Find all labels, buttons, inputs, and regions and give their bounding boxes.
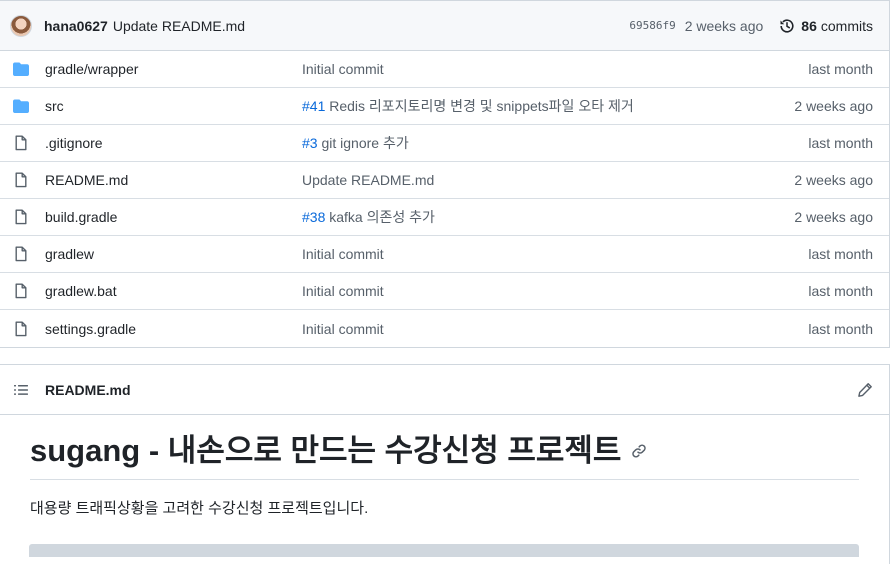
file-commit-text[interactable]: kafka 의존성 추가 [325,209,435,225]
file-browser: hana0627 Update README.md 69586f9 2 week… [0,0,890,348]
file-name[interactable]: gradle/wrapper [45,61,302,77]
file-icon [15,209,27,225]
commits-label: commits [820,17,873,34]
issue-link[interactable]: #38 [302,209,325,225]
file-row[interactable]: build.gradle #38 kafka 의존성 추가 2 weeks ago [0,199,889,236]
file-commit-text[interactable]: Initial commit [302,321,384,337]
history-icon [780,18,794,33]
file-commit-message[interactable]: Initial commit [302,283,808,299]
file-commit-text[interactable]: Update README.md [302,172,434,188]
file-row[interactable]: gradlew.bat Initial commit last month [0,273,889,310]
file-name[interactable]: build.gradle [45,209,302,225]
file-age: last month [808,61,873,77]
file-row[interactable]: .gitignore #3 git ignore 추가 last month [0,125,889,162]
commits-count: 86 [801,17,817,34]
file-age: 2 weeks ago [794,172,873,188]
readme-panel: README.md sugang - 내손으로 만드는 수강신청 프로젝트 대용… [0,364,890,564]
file-icon [15,321,27,336]
file-name[interactable]: .gitignore [45,135,302,151]
file-commit-message[interactable]: Initial commit [302,246,808,262]
readme-filename[interactable]: README.md [45,382,131,398]
issue-link[interactable]: #3 [302,135,318,151]
file-age: last month [808,320,873,337]
file-row[interactable]: gradle/wrapper Initial commit last month [0,51,889,88]
pencil-icon[interactable] [857,382,873,398]
file-row[interactable]: settings.gradle Initial commit last month [0,310,889,347]
file-commit-text[interactable]: Initial commit [302,61,384,77]
file-name[interactable]: README.md [45,172,302,188]
commit-author[interactable]: hana0627 [44,18,108,34]
file-age: 2 weeks ago [794,209,873,225]
readme-paragraph: 대용량 트래픽상황을 고려한 수강신청 프로젝트입니다. [30,500,369,517]
file-name[interactable]: gradlew [45,246,302,262]
issue-link[interactable]: #41 [302,98,325,114]
folder-icon [13,62,29,76]
commits-history-link[interactable]: 86 commits [779,18,873,34]
latest-commit-bar: hana0627 Update README.md 69586f9 2 week… [0,1,889,51]
avatar[interactable] [10,14,32,37]
file-commit-message[interactable]: Initial commit [302,61,808,77]
file-row[interactable]: README.md Update README.md 2 weeks ago [0,162,889,199]
file-age: 2 weeks ago [794,98,873,114]
file-commit-message[interactable]: #38 kafka 의존성 추가 [302,207,794,227]
file-commit-text[interactable]: Redis 리포지토리명 변경 및 snippets파일 오타 제거 [325,98,634,114]
file-commit-text[interactable]: git ignore 추가 [318,135,408,151]
commit-message[interactable]: Update README.md [113,18,245,34]
file-commit-message[interactable]: #3 git ignore 추가 [302,133,808,153]
file-commit-text[interactable]: Initial commit [302,283,384,299]
file-age: last month [808,135,873,151]
commit-sha[interactable]: 69586f9 [629,19,675,32]
file-name[interactable]: src [45,98,302,114]
file-icon [15,172,27,188]
readme-header: README.md [0,365,889,415]
readme-heading: sugang - 내손으로 만드는 수강신청 프로젝트 [30,433,859,480]
file-commit-message[interactable]: #41 Redis 리포지토리명 변경 및 snippets파일 오타 제거 [302,96,794,116]
file-commit-message[interactable]: Initial commit [302,321,808,337]
file-list: gradle/wrapper Initial commit last month sr… [0,51,889,347]
outline-list-icon[interactable] [13,382,29,398]
file-icon [15,283,27,299]
code-block-edge [29,544,859,557]
file-icon [15,135,27,151]
file-commit-text[interactable]: Initial commit [302,246,384,262]
anchor-link-icon[interactable] [631,443,647,459]
file-age: last month [808,283,873,299]
file-age: last month [808,246,873,262]
file-row[interactable]: src #41 Redis 리포지토리명 변경 및 snippets파일 오타 제… [0,88,889,125]
commit-time: 2 weeks ago [684,17,764,34]
file-name[interactable]: gradlew.bat [45,283,302,299]
readme-heading-text: sugang - 내손으로 만드는 수강신청 프로젝트 [30,433,622,468]
readme-content: sugang - 내손으로 만드는 수강신청 프로젝트 대용량 트래픽상황을 고… [0,415,889,518]
file-name[interactable]: settings.gradle [45,321,302,337]
file-commit-message[interactable]: Update README.md [302,172,794,188]
file-row[interactable]: gradlew Initial commit last month [0,236,889,273]
file-icon [15,246,27,262]
folder-icon [13,99,29,113]
